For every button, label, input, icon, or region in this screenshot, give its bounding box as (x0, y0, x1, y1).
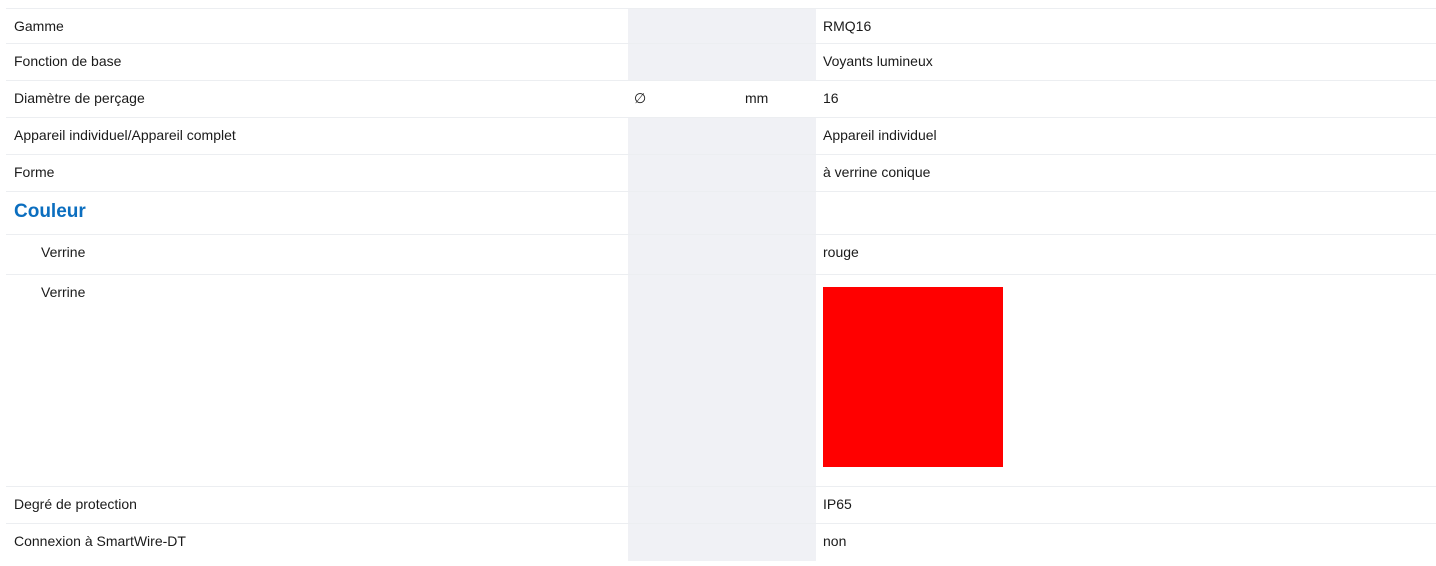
row-unit (741, 44, 816, 80)
table-row-diametre: Diamètre de perçage ∅ mm 16 (6, 81, 1436, 118)
diameter-symbol: ∅ (628, 81, 741, 117)
row-unit (741, 118, 816, 154)
row-symbol (628, 524, 741, 561)
row-unit (741, 235, 816, 274)
row-value: Appareil individuel (823, 127, 937, 143)
row-value (816, 192, 1436, 201)
table-row-fonction: Fonction de base Voyants lumineux (6, 44, 1436, 81)
row-label: Diamètre de perçage (14, 90, 145, 106)
table-row-verrine-swatch: Verrine (6, 275, 1436, 487)
row-value: RMQ16 (823, 18, 872, 34)
row-symbol (628, 9, 741, 43)
row-symbol (628, 44, 741, 80)
row-label: Fonction de base (14, 53, 122, 69)
row-value: non (823, 533, 847, 549)
table-row-verrine-text: Verrine rouge (6, 235, 1436, 275)
row-label: Connexion à SmartWire-DT (14, 533, 186, 549)
row-unit (741, 9, 816, 43)
color-swatch (823, 287, 1003, 467)
row-value: à verrine conique (823, 164, 931, 180)
row-value (816, 275, 1436, 467)
row-symbol (628, 487, 741, 523)
row-label: Verrine (41, 244, 86, 260)
section-row-couleur: Couleur (6, 192, 1436, 235)
row-unit (741, 487, 816, 523)
row-symbol (628, 118, 741, 154)
row-value: IP65 (823, 496, 852, 512)
table-row-protection: Degré de protection IP65 (6, 487, 1436, 524)
row-label: Forme (14, 164, 55, 180)
row-label: Verrine (41, 284, 86, 300)
row-unit (741, 155, 816, 191)
row-value: Voyants lumineux (823, 53, 933, 69)
row-value: 16 (823, 90, 839, 106)
row-label: Appareil individuel/Appareil complet (14, 127, 236, 143)
row-unit (741, 524, 816, 561)
table-row-gamme: Gamme RMQ16 (6, 9, 1436, 44)
table-row-appareil: Appareil individuel/Appareil complet App… (6, 118, 1436, 155)
row-label: Degré de protection (14, 496, 137, 512)
row-symbol (628, 235, 741, 274)
row-symbol (628, 155, 741, 191)
row-unit: mm (741, 81, 816, 117)
table-row-smartwire: Connexion à SmartWire-DT non (6, 524, 1436, 561)
row-label: Gamme (14, 18, 64, 34)
row-value: rouge (823, 244, 859, 260)
row-unit (741, 275, 816, 486)
spec-table: Gamme RMQ16 Fonction de base Voyants lum… (6, 8, 1436, 561)
row-unit (741, 192, 816, 234)
section-heading: Couleur (14, 201, 86, 222)
row-symbol (628, 192, 741, 234)
table-row-forme: Forme à verrine conique (6, 155, 1436, 192)
row-symbol (628, 275, 741, 486)
